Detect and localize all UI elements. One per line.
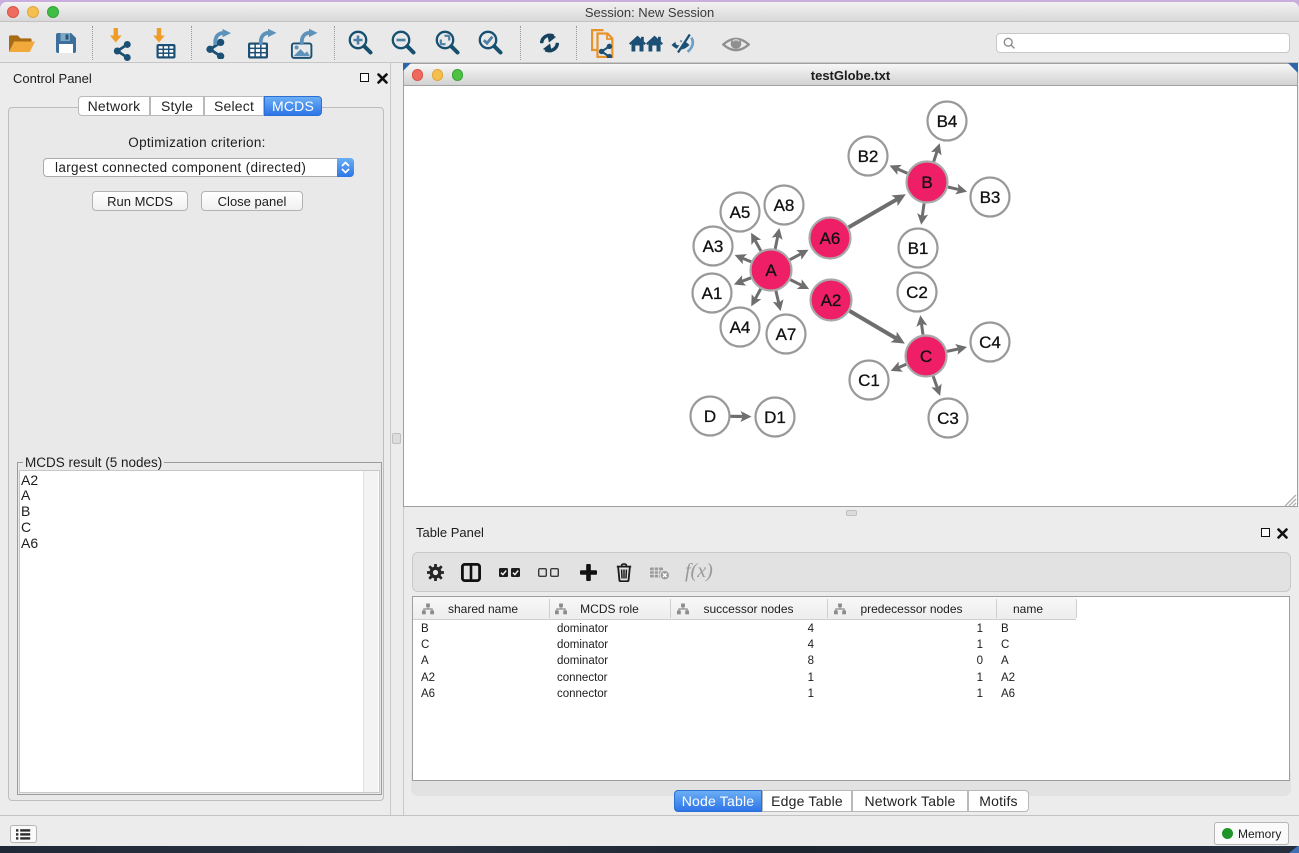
svg-text:A: A: [765, 261, 777, 280]
svg-text:B4: B4: [937, 112, 958, 131]
svg-text:A2: A2: [821, 291, 842, 310]
svg-text:B1: B1: [908, 239, 929, 258]
svg-text:D1: D1: [764, 408, 786, 427]
svg-text:C4: C4: [979, 333, 1001, 352]
svg-text:C3: C3: [937, 409, 959, 428]
svg-text:A3: A3: [703, 237, 724, 256]
svg-text:C2: C2: [906, 283, 928, 302]
svg-text:B3: B3: [980, 188, 1001, 207]
svg-text:D: D: [704, 407, 716, 426]
svg-text:C1: C1: [858, 371, 880, 390]
svg-text:A4: A4: [730, 318, 751, 337]
svg-text:A6: A6: [820, 229, 841, 248]
svg-text:A7: A7: [776, 325, 797, 344]
svg-text:B: B: [921, 173, 932, 192]
svg-text:B2: B2: [858, 147, 879, 166]
svg-text:A8: A8: [774, 196, 795, 215]
svg-text:C: C: [920, 347, 932, 366]
svg-text:A1: A1: [702, 284, 723, 303]
svg-text:A5: A5: [730, 203, 751, 222]
